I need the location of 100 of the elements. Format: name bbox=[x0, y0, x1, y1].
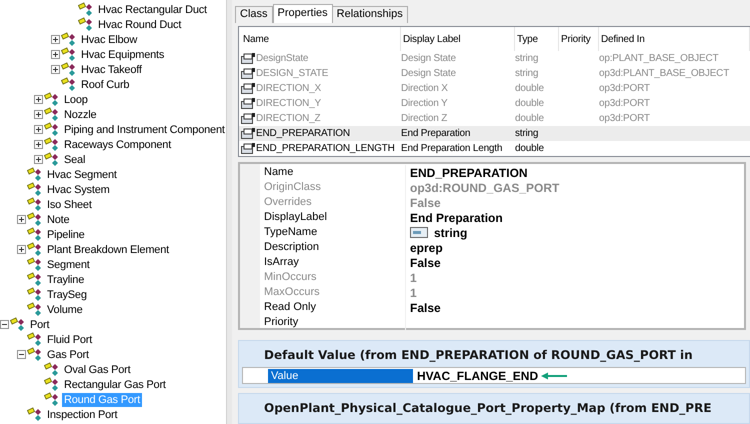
tree-item[interactable]: Fluid Port bbox=[45, 332, 94, 346]
collapse-toggle[interactable] bbox=[0, 320, 9, 329]
tree-item[interactable]: Seal bbox=[62, 152, 88, 166]
property-label: OriginClass bbox=[263, 180, 322, 196]
table-cell-text: Design State bbox=[401, 52, 456, 66]
column-header[interactable]: Type bbox=[515, 27, 559, 51]
tree-item[interactable]: Piping and Instrument Component bbox=[62, 122, 226, 136]
tree-item[interactable]: Hvac System bbox=[45, 182, 112, 196]
column-header[interactable]: Priority bbox=[559, 27, 599, 51]
tab[interactable]: Properties bbox=[272, 4, 333, 23]
class-node-icon bbox=[27, 407, 44, 422]
tree-item[interactable]: Hvac Round Duct bbox=[96, 18, 184, 32]
property-value: 1 bbox=[410, 270, 417, 286]
property-row[interactable]: END_PREPARATION_LENGTH End Preparation Length double bbox=[239, 141, 750, 156]
tree-item[interactable]: Gas Port bbox=[45, 348, 91, 362]
property-label: Description bbox=[263, 240, 320, 256]
expand-toggle[interactable] bbox=[34, 140, 43, 149]
table-cell-text: END_PREPARATION bbox=[256, 127, 350, 141]
tree-item[interactable]: Hvac Elbow bbox=[79, 32, 140, 46]
class-node-icon bbox=[27, 212, 44, 227]
tree-item[interactable]: Loop bbox=[62, 92, 90, 106]
table-cell-text: string bbox=[515, 52, 538, 66]
table-cell-text: op3d:PORT bbox=[599, 97, 650, 111]
class-node-icon bbox=[27, 182, 44, 197]
tree-item[interactable]: Inspection Port bbox=[45, 408, 120, 422]
table-cell-text: Direction X bbox=[401, 82, 448, 96]
table-cell-text: double bbox=[515, 142, 544, 156]
tree-item[interactable]: Rectangular Gas Port bbox=[62, 378, 168, 392]
class-node-icon bbox=[44, 392, 61, 407]
property-row[interactable]: DESIGN_STATE Design State string op3d:PLANT_BASE_OBJECT bbox=[239, 66, 750, 81]
tree-item[interactable]: Hvac Segment bbox=[45, 168, 119, 182]
class-node-icon bbox=[44, 107, 61, 122]
class-node-icon bbox=[44, 137, 61, 152]
tree-item[interactable]: Nozzle bbox=[62, 108, 98, 122]
tree-item[interactable]: Hvac Rectangular Duct bbox=[96, 2, 209, 16]
property-value: string bbox=[434, 224, 468, 242]
table-cell-text: string bbox=[515, 67, 538, 81]
class-node-icon bbox=[27, 287, 44, 302]
tree-item[interactable]: Hvac Equipments bbox=[79, 48, 166, 62]
property-label: IsArray bbox=[263, 255, 300, 270]
property-label: Overrides bbox=[263, 195, 313, 210]
tree-item[interactable]: Port bbox=[28, 318, 52, 332]
property-icon bbox=[241, 128, 255, 139]
expand-toggle[interactable] bbox=[34, 125, 43, 134]
property-icon bbox=[241, 143, 255, 154]
expand-toggle[interactable] bbox=[34, 95, 43, 104]
property-value: End Preparation bbox=[410, 210, 503, 226]
class-node-icon bbox=[61, 62, 78, 77]
expand-toggle[interactable] bbox=[51, 35, 60, 44]
class-node-icon bbox=[61, 47, 78, 62]
tab[interactable]: Class bbox=[235, 6, 273, 23]
property-label: MaxOccurs bbox=[263, 285, 321, 300]
expand-toggle[interactable] bbox=[51, 65, 60, 74]
tree-item[interactable]: Oval Gas Port bbox=[62, 362, 132, 376]
table-cell-text: double bbox=[515, 97, 544, 111]
property-value: False bbox=[410, 194, 441, 212]
tab[interactable]: Relationships bbox=[332, 6, 408, 23]
expand-toggle[interactable] bbox=[17, 215, 26, 224]
tree-item[interactable]: Plant Breakdown Element bbox=[45, 242, 171, 256]
column-header[interactable]: Name bbox=[241, 27, 401, 51]
property-label: TypeName bbox=[263, 225, 318, 240]
tree-item[interactable]: Pipeline bbox=[45, 228, 87, 242]
property-row[interactable]: END_PREPARATION End Preparation string bbox=[239, 126, 750, 141]
property-icon bbox=[241, 53, 255, 64]
collapse-toggle[interactable] bbox=[17, 350, 26, 359]
tree-item[interactable]: Trayline bbox=[45, 272, 86, 286]
table-cell-text: double bbox=[515, 82, 544, 96]
class-node-icon bbox=[44, 377, 61, 392]
value-label[interactable]: Value bbox=[268, 368, 413, 382]
property-icon bbox=[241, 98, 255, 109]
property-label: Priority bbox=[263, 315, 300, 330]
arrow-icon bbox=[540, 372, 568, 380]
class-node-icon bbox=[61, 77, 78, 92]
property-value: False bbox=[410, 300, 441, 316]
tree-item[interactable]: Segment bbox=[45, 258, 92, 272]
column-header[interactable]: Defined In bbox=[599, 27, 750, 51]
scrollbar[interactable] bbox=[226, 0, 232, 424]
tree-item[interactable]: Iso Sheet bbox=[45, 198, 94, 212]
tree-item[interactable]: Raceways Component bbox=[62, 138, 174, 152]
expand-toggle[interactable] bbox=[51, 50, 60, 59]
expand-toggle[interactable] bbox=[17, 245, 26, 254]
table-cell-text: End Preparation Length bbox=[401, 142, 502, 156]
expand-toggle[interactable] bbox=[34, 110, 43, 119]
table-cell-text: END_PREPARATION_LENGTH bbox=[256, 142, 395, 156]
tree-item[interactable]: Volume bbox=[45, 302, 84, 316]
table-cell-text: op3d:PORT bbox=[599, 112, 650, 126]
property-row[interactable]: DesignState Design State string op:PLANT_BASE_OBJECT bbox=[239, 51, 750, 66]
table-cell-text: string bbox=[515, 127, 538, 141]
column-header[interactable]: Display Label bbox=[401, 27, 515, 51]
tree-item[interactable]: TraySeg bbox=[45, 288, 89, 302]
tree-item[interactable]: Note bbox=[45, 212, 72, 226]
class-node-icon bbox=[78, 2, 95, 17]
tree-item[interactable]: Hvac Takeoff bbox=[79, 62, 144, 76]
class-node-icon bbox=[44, 152, 61, 167]
class-node-icon bbox=[27, 272, 44, 287]
tree-item[interactable]: Roof Curb bbox=[79, 78, 132, 92]
class-node-icon bbox=[27, 167, 44, 182]
expand-toggle[interactable] bbox=[34, 155, 43, 164]
property-row[interactable]: DIRECTION_X Direction X double op3d:PORT bbox=[239, 81, 750, 96]
property-value: eprep bbox=[410, 240, 443, 256]
